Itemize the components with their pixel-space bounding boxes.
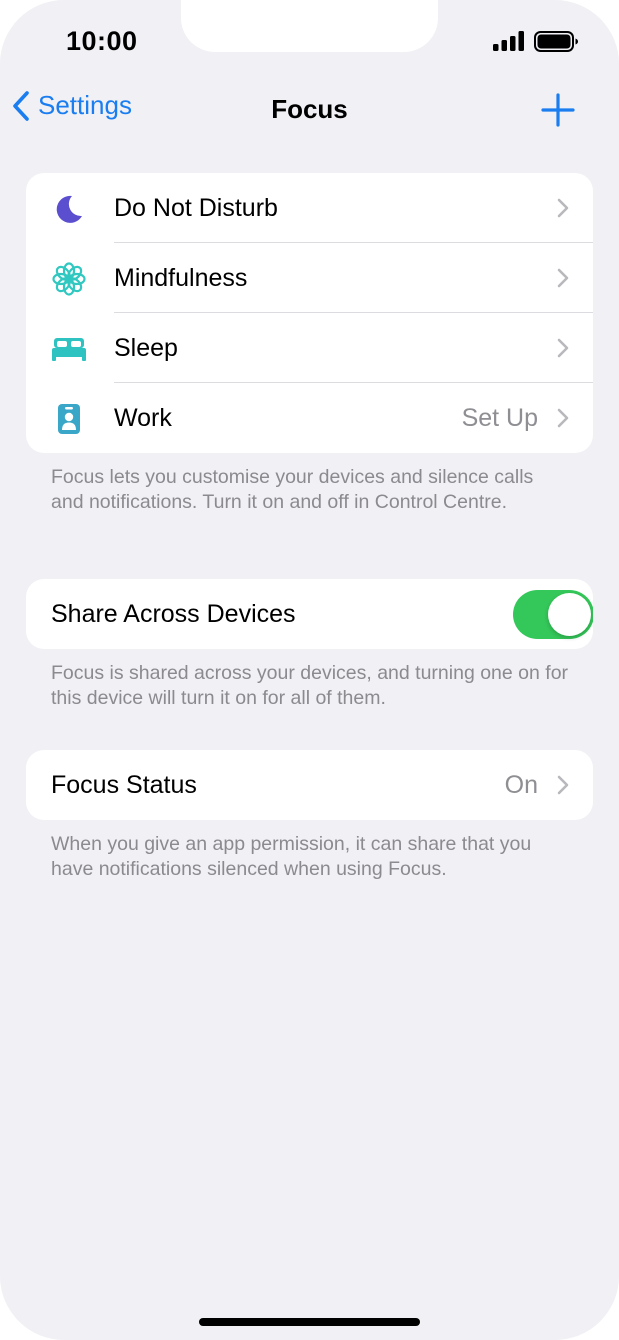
focus-mode-value: Set Up [461,403,538,432]
focus-status-group: Focus Status On [26,750,593,820]
chevron-right-icon [557,338,569,358]
notch [181,0,438,52]
share-footnote: Focus is shared across your devices, and… [51,662,569,709]
focus-mode-label: Work [114,403,172,432]
share-across-devices-label: Share Across Devices [51,599,296,628]
chevron-right-icon [557,268,569,288]
focus-mode-do-not-disturb[interactable]: Do Not Disturb [26,173,593,243]
phone-screen: 10:00 Settings Focus Do Not Disturb Mind… [0,0,619,1340]
moon-icon [52,192,86,226]
focus-footnote: Focus lets you customise your devices an… [51,466,534,513]
status-footnote: When you give an app permission, it can … [51,833,532,880]
focus-status-value: On [504,770,538,799]
share-across-devices-group: Share Across Devices [26,579,593,649]
plus-icon[interactable] [541,93,575,127]
page-title: Focus [271,94,348,124]
focus-status-row[interactable]: Focus Status On [26,750,593,820]
battery-icon [534,31,578,52]
signal-icon [493,31,524,51]
focus-mode-work[interactable]: Work Set Up [26,383,593,453]
toggle-knob [548,593,591,636]
status-time: 10:00 [66,26,138,56]
focus-status-label: Focus Status [51,770,197,799]
focus-mode-sleep[interactable]: Sleep [26,313,593,383]
focus-modes-list: Do Not Disturb Mindfulness Sleep Work Se… [26,173,593,453]
focus-mode-label: Mindfulness [114,263,248,292]
chevron-right-icon [557,775,569,795]
share-across-devices-toggle[interactable] [513,590,593,639]
bed-icon [52,332,86,366]
share-across-devices-row: Share Across Devices [26,579,593,649]
home-indicator[interactable] [199,1318,420,1326]
focus-mode-label: Sleep [114,333,178,362]
chevron-right-icon [557,408,569,428]
focus-mode-label: Do Not Disturb [114,193,278,222]
focus-mode-mindfulness[interactable]: Mindfulness [26,243,593,313]
flower-icon [52,262,86,296]
chevron-right-icon [557,198,569,218]
id-badge-icon [52,402,86,436]
